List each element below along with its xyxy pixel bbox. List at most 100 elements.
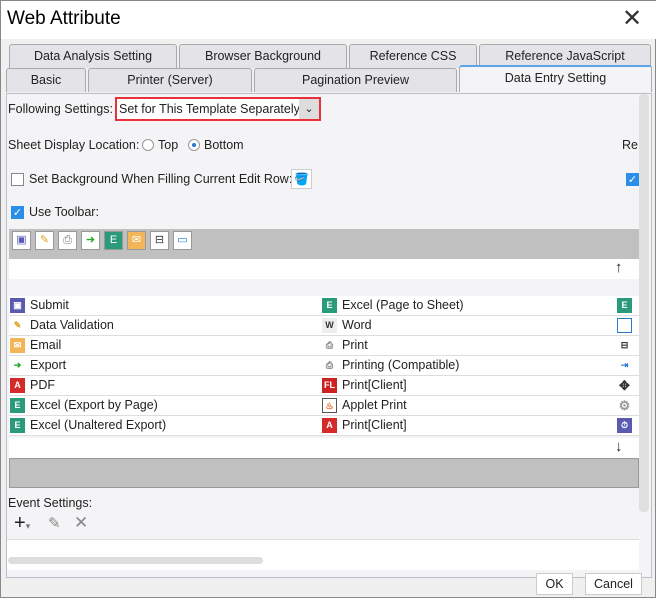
radio-bottom[interactable] <box>188 139 200 151</box>
list-item[interactable]: A Print[Client] <box>321 416 407 436</box>
export-icon: ➜ <box>13 360 22 370</box>
excel-icon: E <box>617 298 632 313</box>
list-row: ✉ Email ⎙ Print ⊟ <box>9 336 639 356</box>
list-item[interactable]: E <box>616 296 637 316</box>
list-row: E Excel (Export by Page) ♨ Applet Print ⚙ <box>9 396 639 416</box>
list-item[interactable]: ▣ Submit <box>9 296 69 316</box>
submit-icon[interactable]: ▣ <box>12 231 31 250</box>
item-label: Printing (Compatible) <box>342 358 460 372</box>
toolbar-buttons-list: ▣ Submit E Excel (Page to Sheet) E ✎ Data V… <box>9 296 639 436</box>
list-item[interactable]: W Word <box>321 316 372 336</box>
excel-icon: E <box>10 418 25 433</box>
tab-browser-background[interactable]: Browser Background <box>179 44 347 68</box>
list-item[interactable] <box>616 316 637 336</box>
excel-icon: E <box>10 398 25 413</box>
title-bar: Web Attribute ✕ <box>1 1 656 39</box>
radio-bottom-label: Bottom <box>204 138 244 152</box>
arrow-down-icon[interactable]: ↓ <box>615 438 623 455</box>
list-item[interactable]: ➜ Export <box>9 356 66 376</box>
item-label: Print[Client] <box>342 378 407 392</box>
insert-icon: ⇥ <box>620 360 629 370</box>
list-item[interactable]: ⊟ <box>616 336 637 356</box>
gear-icon: ⚙ <box>618 398 631 413</box>
list-item[interactable]: ⚙ <box>616 396 637 416</box>
layout-icon[interactable]: ⊟ <box>150 231 169 250</box>
ok-button[interactable]: OK <box>536 573 573 595</box>
tab-reference-css[interactable]: Reference CSS <box>349 44 477 68</box>
list-item[interactable]: ✉ Email <box>9 336 61 356</box>
list-item[interactable]: E Excel (Export by Page) <box>9 396 158 416</box>
use-toolbar-checkbox[interactable]: ✓ <box>11 206 24 219</box>
close-icon[interactable]: ✕ <box>619 5 645 33</box>
list-item[interactable]: FL Print[Client] <box>321 376 407 396</box>
window-title: Web Attribute <box>7 8 121 29</box>
following-settings-value: Set for This Template Separately <box>119 102 300 116</box>
window-icon[interactable]: ▭ <box>173 231 192 250</box>
following-settings-select[interactable]: Set for This Template Separately ⌄ <box>115 97 321 121</box>
item-label: Applet Print <box>342 398 407 412</box>
list-item[interactable]: ✎ Data Validation <box>9 316 114 336</box>
tab-basic[interactable]: Basic <box>6 68 86 92</box>
print-icon: ⎙ <box>325 340 334 350</box>
list-row: E Excel (Unaltered Export) A Print[Client]… <box>9 416 639 436</box>
data-validation-icon: ✎ <box>13 320 22 330</box>
chevron-down-icon[interactable]: ⌄ <box>299 99 319 119</box>
event-settings-label: Event Settings: <box>8 496 93 510</box>
item-label: Export <box>30 358 67 372</box>
list-item[interactable]: A PDF <box>9 376 55 396</box>
list-item[interactable]: ✥ <box>616 376 637 396</box>
timed-save-icon: ⏱ <box>617 418 632 433</box>
item-label: Print[Client] <box>342 418 407 432</box>
edit-event-icon[interactable]: ✎ <box>48 514 61 532</box>
email-icon[interactable]: ✉ <box>127 231 146 250</box>
vertical-scrollbar[interactable] <box>639 94 649 512</box>
list-row: A PDF FL Print[Client] ✥ <box>9 376 639 396</box>
excel-icon: E <box>322 298 337 313</box>
export-icon[interactable]: ➜ <box>81 231 100 250</box>
excel-icon[interactable]: E <box>104 231 123 250</box>
truncated-label: Re <box>622 138 638 152</box>
following-settings-label: Following Settings: <box>8 102 113 116</box>
event-list <box>7 540 639 570</box>
tab-pagination-preview[interactable]: Pagination Preview <box>254 68 457 92</box>
list-row: ➜ Export ⎙ Printing (Compatible) ⇥ <box>9 356 639 376</box>
flash-print-icon: FL <box>322 378 337 393</box>
item-label: Submit <box>30 298 69 312</box>
list-row: ▣ Submit E Excel (Page to Sheet) E <box>9 296 639 316</box>
list-item[interactable]: ⏱ <box>616 416 637 436</box>
cancel-button[interactable]: Cancel <box>585 573 642 595</box>
window-icon <box>617 318 632 333</box>
tab-printer-server[interactable]: Printer (Server) <box>88 68 252 92</box>
list-item[interactable]: ⎙ Print <box>321 336 368 356</box>
item-label: Word <box>342 318 372 332</box>
radio-top-label: Top <box>158 138 179 152</box>
print-compatible-icon: ⎙ <box>325 360 334 370</box>
layout-icon: ⊟ <box>620 340 629 350</box>
data-validation-icon[interactable]: ✎ <box>35 231 54 250</box>
toolbar-preview: ▣ ✎ ⎙ ➜ E ✉ ⊟ ▭ <box>9 229 639 259</box>
paint-bucket-icon[interactable]: 🪣 <box>291 169 312 189</box>
item-label: Print <box>342 338 368 352</box>
add-event-icon[interactable]: +▾ <box>14 512 30 535</box>
list-item[interactable]: ⇥ <box>616 356 637 376</box>
word-icon: W <box>322 318 337 333</box>
arrow-up-icon[interactable]: ↑ <box>615 259 623 276</box>
tab-data-entry-setting[interactable]: Data Entry Setting <box>459 65 652 92</box>
set-background-checkbox[interactable] <box>11 173 24 186</box>
print-icon[interactable]: ⎙ <box>58 231 77 250</box>
list-item[interactable]: ⎙ Printing (Compatible) <box>321 356 460 376</box>
radio-top[interactable] <box>142 139 154 151</box>
move-down-row: ↓ <box>9 438 639 458</box>
pdf-print-icon: A <box>322 418 337 433</box>
tab-data-analysis-setting[interactable]: Data Analysis Setting <box>9 44 177 68</box>
delete-event-icon[interactable]: ✕ <box>74 513 88 533</box>
move-up-row: ↑ <box>9 259 639 279</box>
list-item[interactable]: ♨ Applet Print <box>321 396 407 416</box>
list-item[interactable]: E Excel (Unaltered Export) <box>9 416 166 436</box>
list-item[interactable]: E Excel (Page to Sheet) <box>321 296 464 316</box>
item-label: Email <box>30 338 62 352</box>
item-label: Excel (Page to Sheet) <box>342 298 464 312</box>
horizontal-scrollbar[interactable] <box>8 557 263 564</box>
right-checkbox[interactable]: ✓ <box>626 173 639 186</box>
move-icon: ✥ <box>619 378 630 393</box>
